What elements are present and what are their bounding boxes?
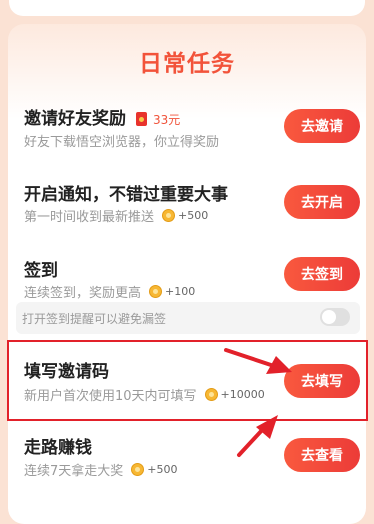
task-title: 走路赚钱	[24, 438, 92, 458]
section-title: 日常任务	[139, 51, 235, 77]
enable-notifications-button[interactable]: 去开启	[284, 185, 360, 219]
task-desc-row: 连续7天拿走大奖 +500	[24, 460, 178, 479]
task-desc: 连续签到，奖励更高	[24, 286, 142, 301]
walk-to-earn-button[interactable]: 去查看	[284, 438, 360, 472]
red-packet-icon	[136, 112, 147, 126]
task-title: 邀请好友奖励	[24, 109, 126, 129]
reminder-toggle[interactable]	[320, 308, 350, 326]
task-enable-notifications: 开启通知，不错过重要大事 第一时间收到最新推送 +500 去开启	[8, 175, 366, 235]
toggle-knob	[322, 310, 336, 324]
task-desc: 好友下载悟空浏览器，你立得奖励	[24, 135, 220, 150]
task-title: 开启通知，不错过重要大事	[24, 185, 228, 205]
top-card	[9, 0, 365, 16]
task-desc-row: 连续签到，奖励更高 +100	[24, 282, 195, 301]
annotation-arrow-icon	[224, 348, 292, 374]
coin-amount: +500	[147, 463, 178, 476]
coin-icon	[162, 209, 176, 222]
reminder-label: 打开签到提醒可以避免漏签	[22, 312, 167, 326]
coin-amount: +100	[165, 285, 196, 298]
invite-button[interactable]: 去邀请	[284, 109, 360, 143]
task-desc-row: 第一时间收到最新推送 +500	[24, 206, 208, 225]
task-invite-friends: 邀请好友奖励 33元 好友下载悟空浏览器，你立得奖励 去邀请	[8, 96, 366, 156]
coin-icon	[131, 463, 145, 476]
checkin-reminder-row: 打开签到提醒可以避免漏签	[16, 302, 360, 334]
task-title: 签到	[24, 261, 58, 281]
coin-amount: +500	[178, 209, 209, 222]
annotation-arrow-icon	[237, 415, 278, 457]
highlight-box	[7, 340, 368, 421]
task-desc: 连续7天拿走大奖	[24, 464, 124, 479]
task-title-wrap: 邀请好友奖励 33元	[24, 104, 180, 129]
reward-amount: 33元	[153, 112, 181, 127]
task-desc: 第一时间收到最新推送	[24, 210, 155, 225]
check-in-button[interactable]: 去签到	[284, 257, 360, 291]
task-check-in: 签到 连续签到，奖励更高 +100 去签到	[8, 253, 366, 303]
task-walk-to-earn: 走路赚钱 连续7天拿走大奖 +500 去查看	[8, 430, 366, 490]
coin-icon	[149, 285, 163, 298]
